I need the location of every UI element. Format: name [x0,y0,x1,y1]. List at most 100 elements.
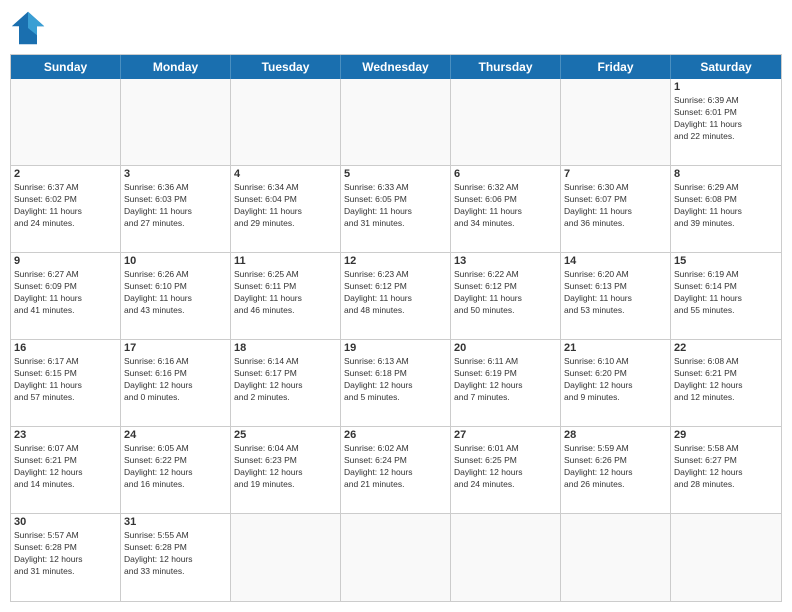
day-header-friday: Friday [561,55,671,79]
calendar-cell: 1 Sunrise: 6:39 AM Sunset: 6:01 PM Daylig… [671,79,781,166]
cell-info: Sunrise: 6:23 AM Sunset: 6:12 PM Dayligh… [344,269,447,317]
calendar-cell: 16 Sunrise: 6:17 AM Sunset: 6:15 PM Dayli… [11,340,121,427]
calendar-cell [231,514,341,601]
calendar-cell: 31 Sunrise: 5:55 AM Sunset: 6:28 PM Dayli… [121,514,231,601]
calendar-cell: 2 Sunrise: 6:37 AM Sunset: 6:02 PM Daylig… [11,166,121,253]
cell-info: Sunrise: 6:37 AM Sunset: 6:02 PM Dayligh… [14,182,117,230]
cell-day-number: 30 [14,516,117,528]
day-header-tuesday: Tuesday [231,55,341,79]
cell-info: Sunrise: 6:19 AM Sunset: 6:14 PM Dayligh… [674,269,778,317]
cell-day-number: 16 [14,342,117,354]
cell-info: Sunrise: 6:07 AM Sunset: 6:21 PM Dayligh… [14,443,117,491]
calendar-cell: 27Sunrise: 6:01 AM Sunset: 6:25 PM Dayli… [451,427,561,514]
cell-day-number: 31 [124,516,227,528]
calendar-cell: 22 Sunrise: 6:08 AM Sunset: 6:21 PM Dayli… [671,340,781,427]
cell-info: Sunrise: 6:30 AM Sunset: 6:07 PM Dayligh… [564,182,667,230]
day-header-wednesday: Wednesday [341,55,451,79]
calendar-cell: 5 Sunrise: 6:33 AM Sunset: 6:05 PM Daylig… [341,166,451,253]
cell-day-number: 19 [344,342,447,354]
cell-day-number: 4 [234,168,337,180]
cell-info: Sunrise: 6:27 AM Sunset: 6:09 PM Dayligh… [14,269,117,317]
cell-day-number: 13 [454,255,557,267]
calendar-cell: 29 Sunrise: 5:58 AM Sunset: 6:27 PM Dayli… [671,427,781,514]
calendar-cell: 6Sunrise: 6:32 AM Sunset: 6:06 PM Daylig… [451,166,561,253]
cell-day-number: 8 [674,168,778,180]
cell-info: Sunrise: 6:08 AM Sunset: 6:21 PM Dayligh… [674,356,778,404]
cell-info: Sunrise: 5:55 AM Sunset: 6:28 PM Dayligh… [124,530,227,578]
calendar-cell [451,79,561,166]
calendar-cell [11,79,121,166]
calendar-cell: 19Sunrise: 6:13 AM Sunset: 6:18 PM Dayli… [341,340,451,427]
calendar-cell [341,514,451,601]
cell-info: Sunrise: 6:01 AM Sunset: 6:25 PM Dayligh… [454,443,557,491]
header [10,10,782,46]
cell-info: Sunrise: 6:29 AM Sunset: 6:08 PM Dayligh… [674,182,778,230]
cell-info: Sunrise: 6:34 AM Sunset: 6:04 PM Dayligh… [234,182,337,230]
cell-day-number: 22 [674,342,778,354]
calendar-cell [121,79,231,166]
cell-info: Sunrise: 6:04 AM Sunset: 6:23 PM Dayligh… [234,443,337,491]
calendar-cell [451,514,561,601]
logo [10,10,50,46]
cell-info: Sunrise: 6:11 AM Sunset: 6:19 PM Dayligh… [454,356,557,404]
cell-day-number: 1 [674,81,778,93]
calendar-cell: 15Sunrise: 6:19 AM Sunset: 6:14 PM Dayli… [671,253,781,340]
calendar-cell: 20 Sunrise: 6:11 AM Sunset: 6:19 PM Dayli… [451,340,561,427]
cell-day-number: 28 [564,429,667,441]
calendar-cell: 14Sunrise: 6:20 AM Sunset: 6:13 PM Dayli… [561,253,671,340]
cell-day-number: 20 [454,342,557,354]
cell-day-number: 21 [564,342,667,354]
calendar-cell: 9Sunrise: 6:27 AM Sunset: 6:09 PM Daylig… [11,253,121,340]
cell-info: Sunrise: 6:26 AM Sunset: 6:10 PM Dayligh… [124,269,227,317]
cell-info: Sunrise: 5:58 AM Sunset: 6:27 PM Dayligh… [674,443,778,491]
calendar-cell: 24Sunrise: 6:05 AM Sunset: 6:22 PM Dayli… [121,427,231,514]
calendar-cell: 18 Sunrise: 6:14 AM Sunset: 6:17 PM Dayli… [231,340,341,427]
cell-day-number: 6 [454,168,557,180]
cell-day-number: 5 [344,168,447,180]
day-header-saturday: Saturday [671,55,781,79]
cell-info: Sunrise: 6:02 AM Sunset: 6:24 PM Dayligh… [344,443,447,491]
cell-info: Sunrise: 6:14 AM Sunset: 6:17 PM Dayligh… [234,356,337,404]
calendar-cell: 8 Sunrise: 6:29 AM Sunset: 6:08 PM Daylig… [671,166,781,253]
calendar-cell: 23Sunrise: 6:07 AM Sunset: 6:21 PM Dayli… [11,427,121,514]
calendar-cell: 25Sunrise: 6:04 AM Sunset: 6:23 PM Dayli… [231,427,341,514]
calendar-cell: 13Sunrise: 6:22 AM Sunset: 6:12 PM Dayli… [451,253,561,340]
cell-info: Sunrise: 6:17 AM Sunset: 6:15 PM Dayligh… [14,356,117,404]
cell-day-number: 11 [234,255,337,267]
calendar-cell: 17Sunrise: 6:16 AM Sunset: 6:16 PM Dayli… [121,340,231,427]
cell-day-number: 26 [344,429,447,441]
calendar-cell: 21 Sunrise: 6:10 AM Sunset: 6:20 PM Dayli… [561,340,671,427]
cell-info: Sunrise: 6:33 AM Sunset: 6:05 PM Dayligh… [344,182,447,230]
cell-day-number: 12 [344,255,447,267]
cell-day-number: 18 [234,342,337,354]
calendar-cell [671,514,781,601]
calendar-cell: 28 Sunrise: 5:59 AM Sunset: 6:26 PM Dayli… [561,427,671,514]
calendar-cell [561,79,671,166]
calendar-cell: 12 Sunrise: 6:23 AM Sunset: 6:12 PM Dayli… [341,253,451,340]
calendar-cell: 30 Sunrise: 5:57 AM Sunset: 6:28 PM Dayli… [11,514,121,601]
cell-info: Sunrise: 6:10 AM Sunset: 6:20 PM Dayligh… [564,356,667,404]
cell-info: Sunrise: 6:20 AM Sunset: 6:13 PM Dayligh… [564,269,667,317]
day-headers: SundayMondayTuesdayWednesdayThursdayFrid… [11,55,781,79]
cell-info: Sunrise: 6:39 AM Sunset: 6:01 PM Dayligh… [674,95,778,143]
cell-day-number: 2 [14,168,117,180]
cell-info: Sunrise: 6:36 AM Sunset: 6:03 PM Dayligh… [124,182,227,230]
cell-day-number: 3 [124,168,227,180]
calendar-grid: 1 Sunrise: 6:39 AM Sunset: 6:01 PM Daylig… [11,79,781,601]
calendar-cell [231,79,341,166]
calendar-cell [561,514,671,601]
calendar: SundayMondayTuesdayWednesdayThursdayFrid… [10,54,782,602]
cell-day-number: 10 [124,255,227,267]
cell-day-number: 17 [124,342,227,354]
page: SundayMondayTuesdayWednesdayThursdayFrid… [0,0,792,612]
calendar-cell: 11Sunrise: 6:25 AM Sunset: 6:11 PM Dayli… [231,253,341,340]
calendar-cell: 4 Sunrise: 6:34 AM Sunset: 6:04 PM Daylig… [231,166,341,253]
day-header-sunday: Sunday [11,55,121,79]
cell-info: Sunrise: 5:59 AM Sunset: 6:26 PM Dayligh… [564,443,667,491]
cell-day-number: 29 [674,429,778,441]
day-header-thursday: Thursday [451,55,561,79]
calendar-cell: 10 Sunrise: 6:26 AM Sunset: 6:10 PM Dayli… [121,253,231,340]
cell-info: Sunrise: 5:57 AM Sunset: 6:28 PM Dayligh… [14,530,117,578]
logo-icon [10,10,46,46]
cell-day-number: 7 [564,168,667,180]
